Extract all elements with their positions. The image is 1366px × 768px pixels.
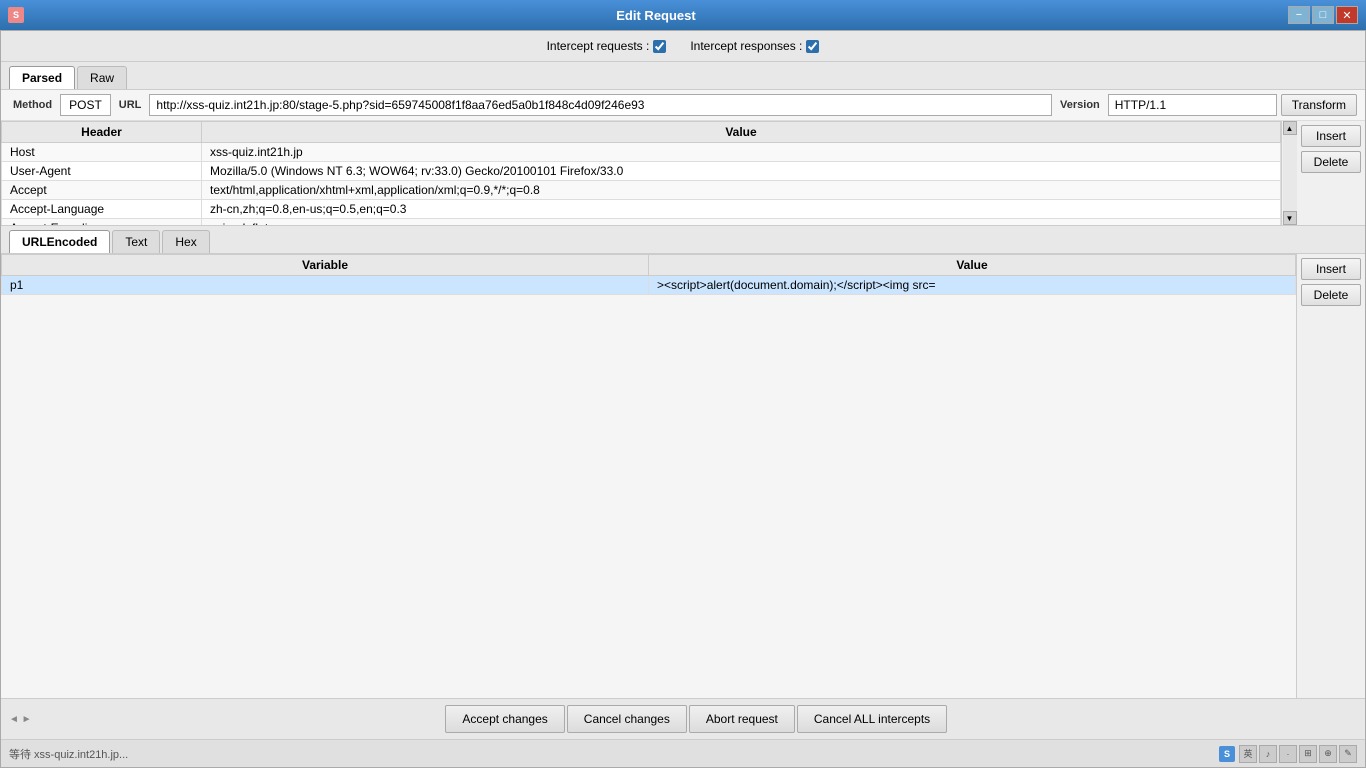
headers-section: Header Value Hostxss-quiz.int21h.jpUser-…: [1, 121, 1365, 226]
header-value-cell: xss-quiz.int21h.jp: [202, 143, 1281, 162]
body-side-btns: Insert Delete: [1296, 254, 1365, 698]
status-wait-text: 等待 xss-quiz.int21h.jp...: [9, 746, 128, 762]
window-controls: − □ ✕: [1288, 6, 1358, 24]
scrollbar-track: [1283, 135, 1297, 211]
header-value-cell: Mozilla/5.0 (Windows NT 6.3; WOW64; rv:3…: [202, 162, 1281, 181]
status-right: S 英 ♪ · ⊞ ⊕ ✎: [1219, 745, 1357, 763]
close-button[interactable]: ✕: [1336, 6, 1358, 24]
tab-hex[interactable]: Hex: [162, 230, 209, 253]
main-window: Intercept requests : Intercept responses…: [0, 30, 1366, 768]
intercept-requests-checkbox[interactable]: [653, 40, 666, 53]
sys-icon-2[interactable]: ♪: [1259, 745, 1277, 763]
version-input[interactable]: [1108, 94, 1277, 116]
transform-button[interactable]: Transform: [1281, 94, 1357, 116]
intercept-responses-checkbox[interactable]: [806, 40, 819, 53]
header-name-cell: Host: [2, 143, 202, 162]
body-delete-button[interactable]: Delete: [1301, 284, 1361, 306]
headers-scrollbar: ▲ ▼: [1281, 121, 1297, 225]
intercept-responses-label: Intercept responses :: [690, 39, 802, 53]
tab-raw[interactable]: Raw: [77, 66, 127, 89]
method-value: POST: [60, 94, 111, 116]
body-variable-cell: p1: [2, 276, 649, 295]
body-value-cell: ><script>alert(document.domain);</script…: [649, 276, 1296, 295]
sys-icon-5[interactable]: ⊕: [1319, 745, 1337, 763]
cancel-all-intercepts-button[interactable]: Cancel ALL intercepts: [797, 705, 947, 733]
scroll-indicator: ◄ ►: [9, 714, 32, 725]
intercept-requests-label: Intercept requests :: [547, 39, 650, 53]
body-table: Variable Value p1><script>alert(document…: [1, 254, 1296, 295]
sys-icon-3[interactable]: ·: [1279, 745, 1297, 763]
status-left: 等待 xss-quiz.int21h.jp...: [9, 746, 128, 762]
tab-urlencoded[interactable]: URLEncoded: [9, 230, 110, 253]
s-icon: S: [1219, 746, 1235, 762]
status-bar: 等待 xss-quiz.int21h.jp... S 英 ♪ · ⊞ ⊕ ✎: [1, 739, 1365, 767]
intercept-responses-item: Intercept responses :: [690, 39, 819, 53]
sys-icon-4[interactable]: ⊞: [1299, 745, 1317, 763]
header-col-header: Header: [2, 122, 202, 143]
tab-text[interactable]: Text: [112, 230, 160, 253]
method-label: Method: [9, 99, 56, 111]
main-tabs-row: Parsed Raw: [1, 62, 1365, 90]
intercept-requests-item: Intercept requests :: [547, 39, 667, 53]
window-title: Edit Request: [24, 8, 1288, 23]
header-value-cell: text/html,application/xhtml+xml,applicat…: [202, 181, 1281, 200]
maximize-button[interactable]: □: [1312, 6, 1334, 24]
minimize-button[interactable]: −: [1288, 6, 1310, 24]
headers-delete-button[interactable]: Delete: [1301, 151, 1361, 173]
scrollbar-down-btn[interactable]: ▼: [1283, 211, 1297, 225]
body-col-variable: Variable: [2, 255, 649, 276]
headers-table: Header Value Hostxss-quiz.int21h.jpUser-…: [1, 121, 1281, 225]
url-input[interactable]: [149, 94, 1052, 116]
headers-side-btns: Insert Delete: [1297, 121, 1365, 225]
headers-table-wrap: Header Value Hostxss-quiz.int21h.jpUser-…: [1, 121, 1281, 225]
title-bar: S Edit Request − □ ✕: [0, 0, 1366, 30]
url-label: URL: [115, 99, 146, 111]
sys-icon-1[interactable]: 英: [1239, 745, 1257, 763]
abort-request-button[interactable]: Abort request: [689, 705, 795, 733]
version-label: Version: [1056, 99, 1104, 111]
sys-icon-6[interactable]: ✎: [1339, 745, 1357, 763]
tab-parsed[interactable]: Parsed: [9, 66, 75, 89]
scrollbar-up-btn[interactable]: ▲: [1283, 121, 1297, 135]
body-table-wrap: Variable Value p1><script>alert(document…: [1, 254, 1296, 698]
body-section: Variable Value p1><script>alert(document…: [1, 254, 1365, 698]
action-bar: ◄ ► Accept changes Cancel changes Abort …: [1, 698, 1365, 739]
method-url-row: Method POST URL Version Transform: [1, 90, 1365, 121]
body-tabs-row: URLEncoded Text Hex: [1, 226, 1365, 254]
accept-changes-button[interactable]: Accept changes: [445, 705, 564, 733]
header-value-cell: zh-cn,zh;q=0.8,en-us;q=0.5,en;q=0.3: [202, 200, 1281, 219]
cancel-changes-button[interactable]: Cancel changes: [567, 705, 687, 733]
header-col-value: Value: [202, 122, 1281, 143]
app-icon: S: [8, 7, 24, 23]
header-name-cell: Accept-Language: [2, 200, 202, 219]
action-buttons-center: Accept changes Cancel changes Abort requ…: [36, 705, 1357, 733]
intercept-bar: Intercept requests : Intercept responses…: [1, 31, 1365, 62]
header-name-cell: Accept: [2, 181, 202, 200]
headers-insert-button[interactable]: Insert: [1301, 125, 1361, 147]
header-name-cell: Accept-Encoding: [2, 219, 202, 226]
sys-icons-group: 英 ♪ · ⊞ ⊕ ✎: [1239, 745, 1357, 763]
header-name-cell: User-Agent: [2, 162, 202, 181]
body-insert-button[interactable]: Insert: [1301, 258, 1361, 280]
header-value-cell: gzip, deflate: [202, 219, 1281, 226]
body-col-value: Value: [649, 255, 1296, 276]
